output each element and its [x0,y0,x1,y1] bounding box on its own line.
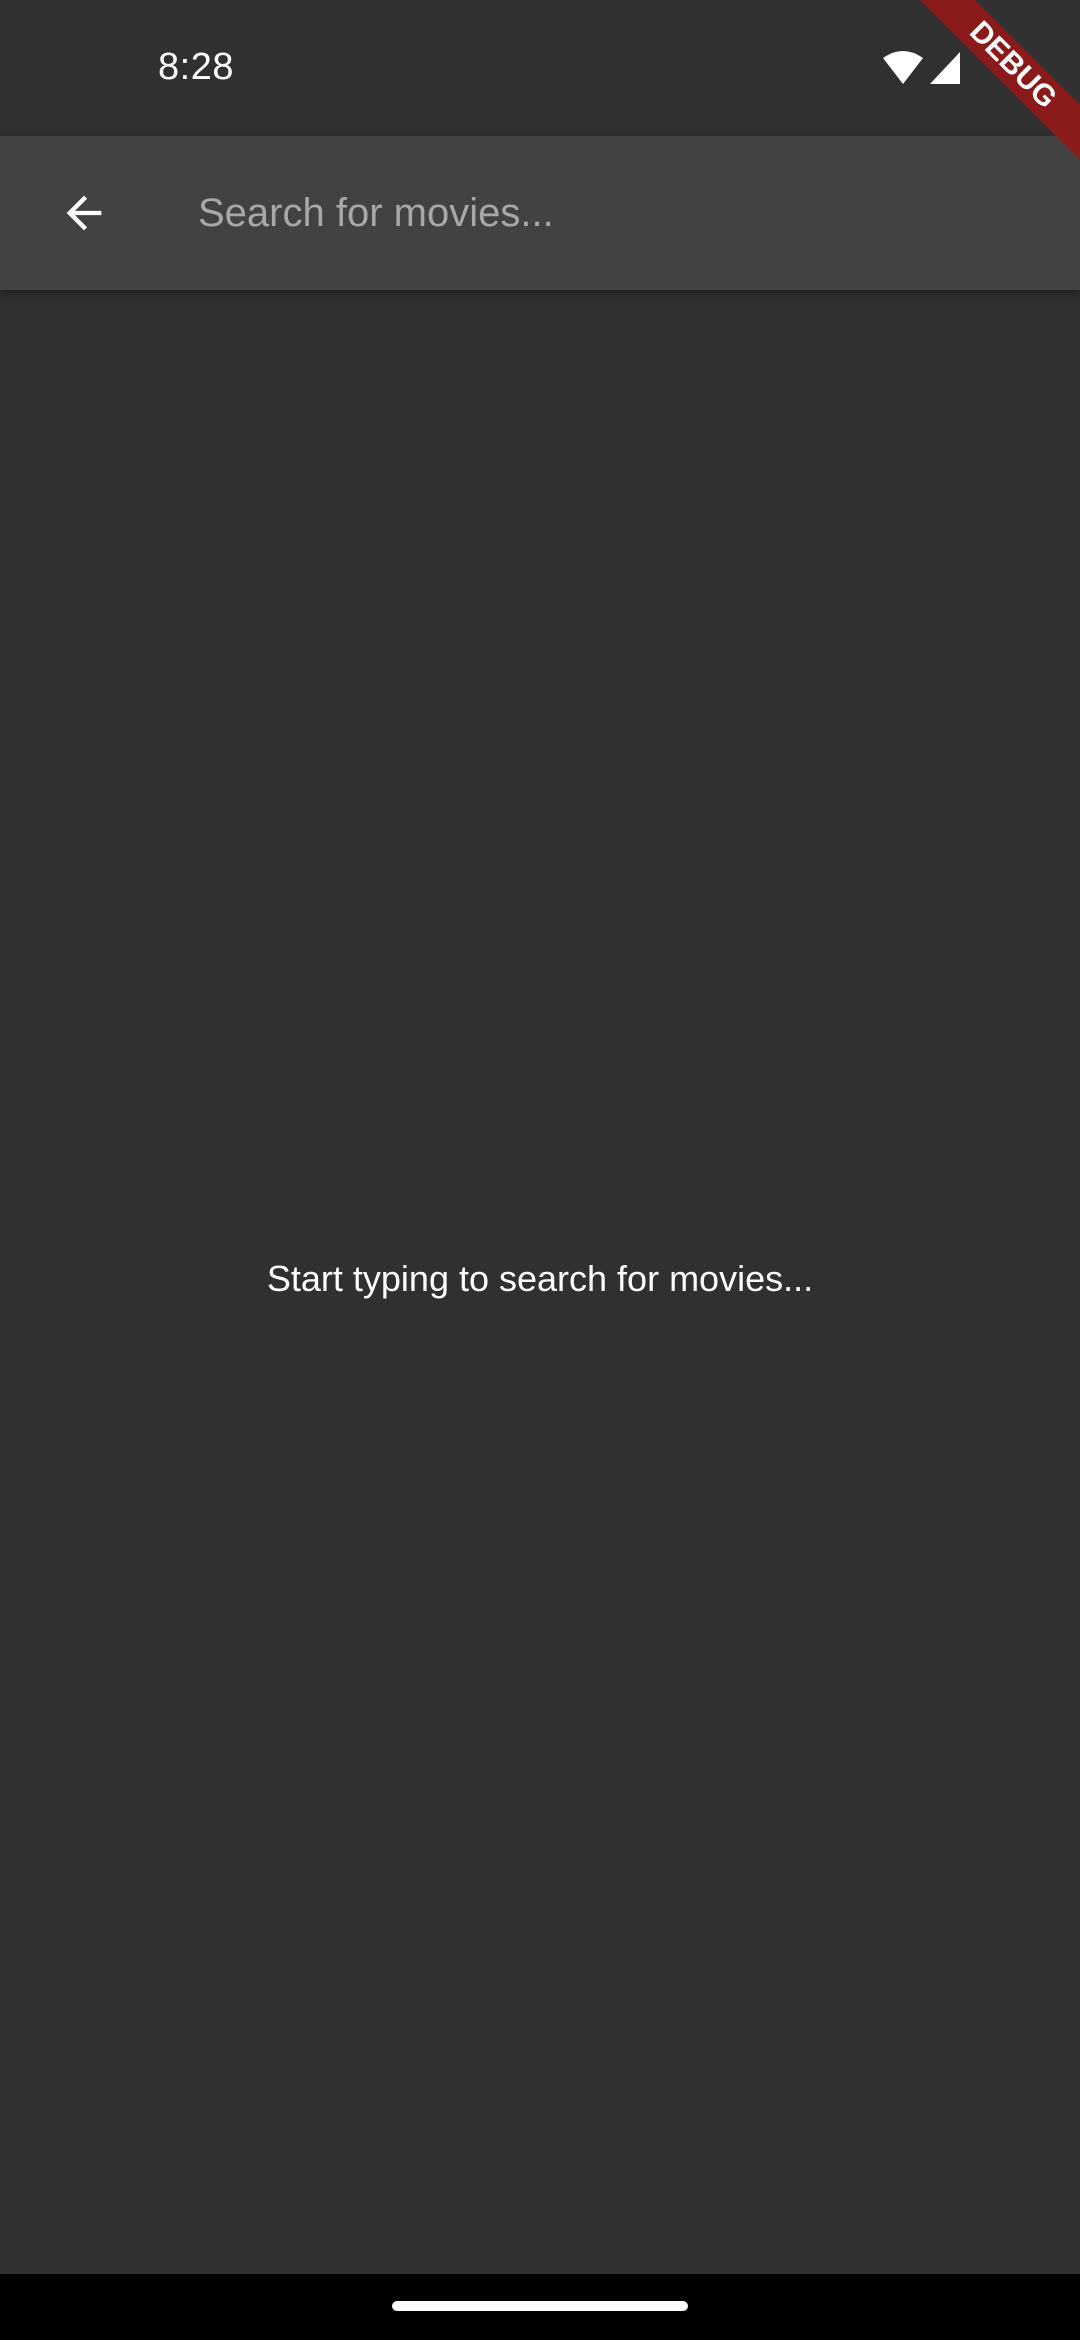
search-screen: 8:28 Start typing to search for movies..… [0,0,1080,2340]
home-indicator[interactable] [392,2301,688,2311]
search-input[interactable] [198,176,1038,250]
back-button[interactable] [36,165,132,261]
status-time: 8:28 [158,46,234,88]
cellular-signal-icon [930,52,960,84]
status-icons [882,50,962,92]
status-bar: 8:28 [0,0,1080,136]
arrow-back-icon [66,195,102,231]
empty-state-message: Start typing to search for movies... [266,1258,814,1299]
wifi-icon [883,51,923,84]
app-bar [0,136,1080,290]
